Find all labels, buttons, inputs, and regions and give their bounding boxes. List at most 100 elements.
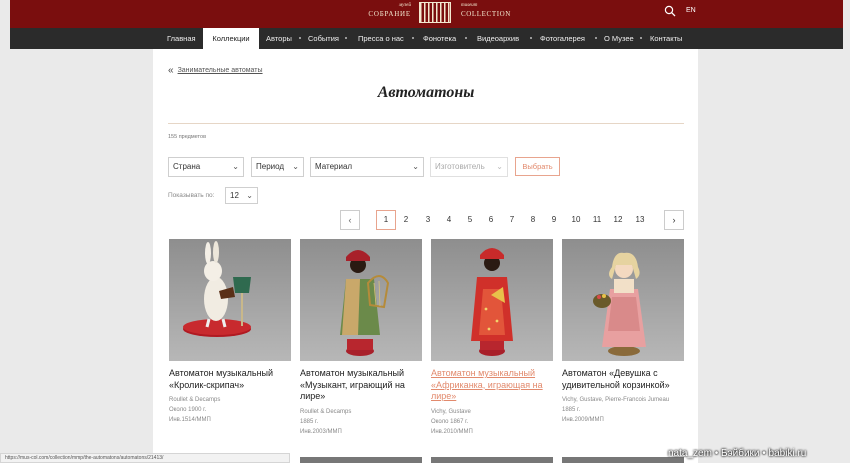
search-icon[interactable] [664,5,676,17]
item-inventory: Инв.1514/ММП [169,417,211,423]
nav-separator [530,37,532,39]
logo-building-icon [419,2,451,23]
logo-left-big: СОБРАНИЕ [368,10,411,18]
logo-right-small: museum [461,3,478,8]
double-chevron-left-icon: « [168,65,174,76]
logo-left-small: музей [398,3,411,8]
material-select[interactable]: Материал ⌄ [310,157,424,177]
breadcrumb[interactable]: « Занимательные автоматы [168,64,263,76]
chevron-down-icon: ⌄ [232,162,239,171]
pagination-page[interactable]: 7 [505,210,519,230]
nav-separator [595,37,597,39]
logo-right-text: museum COLLECTION [461,2,521,19]
nav-item-contacts[interactable]: Контакты [650,28,682,49]
pagination-prev-button[interactable]: ‹ [340,210,360,230]
item-photo[interactable] [169,239,291,361]
nav-separator [640,37,642,39]
pagination-page[interactable]: 5 [463,210,477,230]
item-inventory: Инв.2010/ММП [431,428,473,435]
item-photo[interactable] [431,239,553,361]
logo-left-text: музей СОБРАНИЕ [351,2,411,19]
item-title[interactable]: Автоматон музыкальный «Кролик-скрипач» [169,368,291,391]
country-select[interactable]: Страна ⌄ [168,157,244,177]
main-nav: Главная Коллекции Авторы События Пресса … [10,28,843,49]
pagination-page[interactable]: 9 [547,210,561,230]
collection-item-card[interactable]: Автоматон музыкальный «Африканка, играющ… [431,239,553,437]
nav-item-home[interactable]: Главная [167,28,196,49]
item-photo-next-row[interactable] [562,457,684,463]
nav-item-collections[interactable]: Коллекции [203,28,259,49]
item-photo[interactable] [562,239,684,361]
collection-item-card[interactable]: Автоматон «Девушка с удивительной корзин… [562,239,684,425]
item-maker: Roullet & Decamps [300,408,352,415]
item-meta: Roullet & Decamps 1885 г. Инв.2003/ММП [300,407,422,437]
item-date: Около 1867 г. [431,418,469,425]
site-logo[interactable]: музей СОБРАНИЕ museum COLLECTION [343,2,523,24]
watermark: nata_zem • Бэйбики • babiki.ru [668,448,807,459]
nav-item-photo[interactable]: Фотогалерея [540,28,585,49]
nav-separator [299,37,301,39]
breadcrumb-link[interactable]: Занимательные автоматы [178,67,263,74]
nav-separator [465,37,467,39]
item-meta: Roullet & Decamps Около 1900 г. Инв.1514… [169,395,291,425]
nav-item-authors[interactable]: Авторы [266,28,292,49]
nav-separator [345,37,347,39]
nav-item-about[interactable]: О Музее [604,28,634,49]
item-date: Около 1900 г. [169,407,207,413]
item-date: 1885 г. [300,418,319,425]
item-inventory: Инв.2003/ММП [300,428,342,435]
per-page-label: Показывать по: [168,192,215,199]
pagination-page[interactable]: 12 [609,210,627,230]
maker-select[interactable]: Изготовитель ⌄ [430,157,508,177]
collection-item-card[interactable]: Автоматон музыкальный «Музыкант, играющи… [300,239,422,437]
chevron-right-icon: › [672,215,676,225]
item-title[interactable]: Автоматон «Девушка с удивительной корзин… [562,368,684,391]
browser-status-url: https://mus-col.com/collection/mmp/the-a… [0,453,290,463]
pagination-page[interactable]: 1 [376,210,396,230]
item-photo[interactable] [300,239,422,361]
nav-item-video[interactable]: Видеоархив [477,28,519,49]
pagination-page[interactable]: 6 [484,210,498,230]
item-title[interactable]: Автоматон музыкальный «Музыкант, играющи… [300,368,422,403]
apply-filter-button[interactable]: Выбрать [515,157,560,176]
pagination-page[interactable]: 2 [399,210,413,230]
material-select-value: Материал [315,162,353,171]
country-select-value: Страна [173,162,201,171]
chevron-down-icon: ⌄ [246,191,253,200]
per-page-select[interactable]: 12 ⌄ [225,187,258,204]
rabbit-violinist-figure [183,241,251,337]
item-photo-next-row[interactable] [431,457,553,463]
african-woman-lyre-figure [471,248,513,356]
pagination-page[interactable]: 10 [567,210,585,230]
nav-item-press[interactable]: Пресса о нас [358,28,404,49]
pagination-page[interactable]: 13 [631,210,649,230]
item-title[interactable]: Автоматон музыкальный «Африканка, играющ… [431,368,553,403]
logo-right-big: COLLECTION [461,10,511,18]
site-header: музей СОБРАНИЕ museum COLLECTION EN [10,0,843,28]
pagination-page[interactable]: 3 [421,210,435,230]
item-meta: Vichy, Gustave, Pierre-Francois Jumeau 1… [562,395,684,425]
period-select[interactable]: Период ⌄ [251,157,304,177]
per-page-value: 12 [230,191,239,200]
pagination-page[interactable]: 11 [588,210,606,230]
language-switch[interactable]: EN [686,7,696,14]
collection-item-card[interactable]: Автоматон музыкальный «Кролик-скрипач» R… [169,239,291,425]
pagination-next-button[interactable]: › [664,210,684,230]
chevron-down-icon: ⌄ [496,162,503,171]
nav-separator [412,37,414,39]
nav-item-phonoteka[interactable]: Фонотека [423,28,456,49]
pagination-page[interactable]: 8 [526,210,540,230]
maker-select-value: Изготовитель [435,162,485,171]
item-maker: Vichy, Gustave, Pierre-Francois Jumeau [562,397,670,403]
period-select-value: Период [256,162,285,171]
item-photo-next-row[interactable] [300,457,422,463]
item-maker: Roullet & Decamps [169,397,221,403]
pagination-page[interactable]: 4 [442,210,456,230]
chevron-down-icon: ⌄ [412,162,419,171]
item-date: 1885 г. [562,407,581,413]
items-count: 155 предметов [168,134,206,140]
chevron-left-icon: ‹ [348,215,352,225]
item-meta: Vichy, Gustave Около 1867 г. Инв.2010/ММ… [431,407,553,437]
nav-item-events[interactable]: События [308,28,339,49]
item-maker: Vichy, Gustave [431,408,471,415]
